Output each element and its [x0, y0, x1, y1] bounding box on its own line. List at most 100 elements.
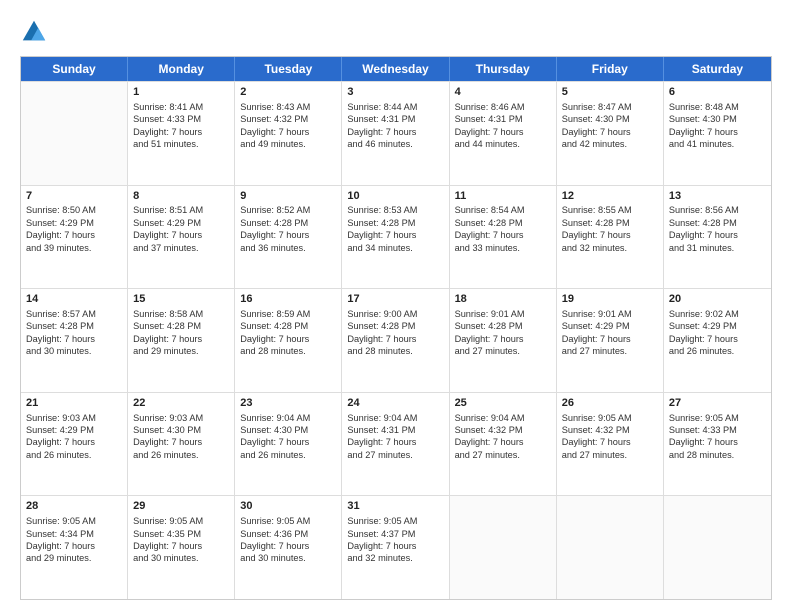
cell-info-line: Sunset: 4:28 PM — [347, 320, 443, 332]
cell-info-line: Daylight: 7 hours — [347, 540, 443, 552]
day-number: 22 — [133, 396, 229, 411]
cell-info-line: and 29 minutes. — [26, 552, 122, 564]
cell-info-line: and 32 minutes. — [347, 552, 443, 564]
cell-info-line: and 27 minutes. — [347, 449, 443, 461]
cell-info-line: Daylight: 7 hours — [240, 333, 336, 345]
day-number: 2 — [240, 85, 336, 100]
cell-info-line: Sunset: 4:32 PM — [455, 424, 551, 436]
cell-info-line: Sunrise: 8:43 AM — [240, 101, 336, 113]
cell-info-line: Sunrise: 8:57 AM — [26, 308, 122, 320]
cell-info-line: and 30 minutes. — [240, 552, 336, 564]
day-number: 13 — [669, 189, 766, 204]
calendar-cell: 1Sunrise: 8:41 AMSunset: 4:33 PMDaylight… — [128, 82, 235, 185]
calendar-cell: 11Sunrise: 8:54 AMSunset: 4:28 PMDayligh… — [450, 186, 557, 289]
day-number: 24 — [347, 396, 443, 411]
cell-info-line: Daylight: 7 hours — [240, 436, 336, 448]
cell-info-line: Daylight: 7 hours — [669, 229, 766, 241]
cell-info-line: Sunrise: 8:59 AM — [240, 308, 336, 320]
cell-info-line: Daylight: 7 hours — [562, 436, 658, 448]
day-number: 4 — [455, 85, 551, 100]
cell-info-line: Sunset: 4:28 PM — [26, 320, 122, 332]
day-number: 23 — [240, 396, 336, 411]
cell-info-line: and 33 minutes. — [455, 242, 551, 254]
day-number: 3 — [347, 85, 443, 100]
cell-info-line: Sunrise: 9:05 AM — [347, 515, 443, 527]
header-day-thursday: Thursday — [450, 57, 557, 81]
cell-info-line: Sunrise: 8:58 AM — [133, 308, 229, 320]
cell-info-line: and 41 minutes. — [669, 138, 766, 150]
cell-info-line: Sunrise: 9:05 AM — [26, 515, 122, 527]
cell-info-line: and 46 minutes. — [347, 138, 443, 150]
cell-info-line: Daylight: 7 hours — [347, 333, 443, 345]
cell-info-line: Daylight: 7 hours — [562, 333, 658, 345]
calendar-cell: 8Sunrise: 8:51 AMSunset: 4:29 PMDaylight… — [128, 186, 235, 289]
cell-info-line: Sunrise: 8:46 AM — [455, 101, 551, 113]
cell-info-line: Sunset: 4:37 PM — [347, 528, 443, 540]
day-number: 31 — [347, 499, 443, 514]
calendar-cell: 24Sunrise: 9:04 AMSunset: 4:31 PMDayligh… — [342, 393, 449, 496]
cell-info-line: Sunset: 4:31 PM — [347, 113, 443, 125]
cell-info-line: Sunrise: 8:53 AM — [347, 204, 443, 216]
cell-info-line: Daylight: 7 hours — [455, 126, 551, 138]
cell-info-line: Sunset: 4:29 PM — [562, 320, 658, 332]
calendar-cell: 15Sunrise: 8:58 AMSunset: 4:28 PMDayligh… — [128, 289, 235, 392]
cell-info-line: Daylight: 7 hours — [133, 229, 229, 241]
cell-info-line: Sunrise: 9:05 AM — [133, 515, 229, 527]
cell-info-line: Daylight: 7 hours — [562, 229, 658, 241]
cell-info-line: Sunset: 4:29 PM — [669, 320, 766, 332]
cell-info-line: Daylight: 7 hours — [347, 229, 443, 241]
calendar-cell: 21Sunrise: 9:03 AMSunset: 4:29 PMDayligh… — [21, 393, 128, 496]
cell-info-line: Sunset: 4:28 PM — [240, 217, 336, 229]
calendar-cell: 5Sunrise: 8:47 AMSunset: 4:30 PMDaylight… — [557, 82, 664, 185]
cell-info-line: Sunset: 4:32 PM — [240, 113, 336, 125]
day-number: 19 — [562, 292, 658, 307]
cell-info-line: Daylight: 7 hours — [347, 436, 443, 448]
day-number: 16 — [240, 292, 336, 307]
cell-info-line: and 26 minutes. — [26, 449, 122, 461]
cell-info-line: Sunrise: 9:03 AM — [133, 412, 229, 424]
calendar-cell: 13Sunrise: 8:56 AMSunset: 4:28 PMDayligh… — [664, 186, 771, 289]
calendar-cell — [450, 496, 557, 599]
day-number: 8 — [133, 189, 229, 204]
cell-info-line: Sunrise: 8:48 AM — [669, 101, 766, 113]
cell-info-line: and 36 minutes. — [240, 242, 336, 254]
logo-icon — [20, 18, 48, 46]
cell-info-line: and 30 minutes. — [26, 345, 122, 357]
day-number: 27 — [669, 396, 766, 411]
cell-info-line: Sunset: 4:34 PM — [26, 528, 122, 540]
header-day-monday: Monday — [128, 57, 235, 81]
cell-info-line: and 37 minutes. — [133, 242, 229, 254]
cell-info-line: Daylight: 7 hours — [669, 126, 766, 138]
calendar-cell: 3Sunrise: 8:44 AMSunset: 4:31 PMDaylight… — [342, 82, 449, 185]
day-number: 11 — [455, 189, 551, 204]
cell-info-line: Sunset: 4:29 PM — [26, 217, 122, 229]
page: SundayMondayTuesdayWednesdayThursdayFrid… — [0, 0, 792, 612]
calendar-cell: 31Sunrise: 9:05 AMSunset: 4:37 PMDayligh… — [342, 496, 449, 599]
day-number: 6 — [669, 85, 766, 100]
cell-info-line: Daylight: 7 hours — [133, 126, 229, 138]
cell-info-line: Daylight: 7 hours — [669, 436, 766, 448]
calendar-cell: 2Sunrise: 8:43 AMSunset: 4:32 PMDaylight… — [235, 82, 342, 185]
calendar-cell: 9Sunrise: 8:52 AMSunset: 4:28 PMDaylight… — [235, 186, 342, 289]
cell-info-line: and 29 minutes. — [133, 345, 229, 357]
cell-info-line: Sunset: 4:30 PM — [669, 113, 766, 125]
cell-info-line: Sunset: 4:28 PM — [669, 217, 766, 229]
cell-info-line: Sunrise: 9:01 AM — [455, 308, 551, 320]
day-number: 10 — [347, 189, 443, 204]
day-number: 9 — [240, 189, 336, 204]
calendar-cell: 25Sunrise: 9:04 AMSunset: 4:32 PMDayligh… — [450, 393, 557, 496]
calendar-cell: 28Sunrise: 9:05 AMSunset: 4:34 PMDayligh… — [21, 496, 128, 599]
cell-info-line: and 31 minutes. — [669, 242, 766, 254]
cell-info-line: Sunrise: 8:52 AM — [240, 204, 336, 216]
cell-info-line: Sunrise: 8:44 AM — [347, 101, 443, 113]
cell-info-line: Sunrise: 9:02 AM — [669, 308, 766, 320]
calendar-cell: 18Sunrise: 9:01 AMSunset: 4:28 PMDayligh… — [450, 289, 557, 392]
day-number: 18 — [455, 292, 551, 307]
cell-info-line: Daylight: 7 hours — [240, 126, 336, 138]
calendar: SundayMondayTuesdayWednesdayThursdayFrid… — [20, 56, 772, 600]
cell-info-line: Sunrise: 9:03 AM — [26, 412, 122, 424]
calendar-body: 1Sunrise: 8:41 AMSunset: 4:33 PMDaylight… — [21, 81, 771, 599]
day-number: 28 — [26, 499, 122, 514]
cell-info-line: Sunset: 4:33 PM — [669, 424, 766, 436]
day-number: 30 — [240, 499, 336, 514]
